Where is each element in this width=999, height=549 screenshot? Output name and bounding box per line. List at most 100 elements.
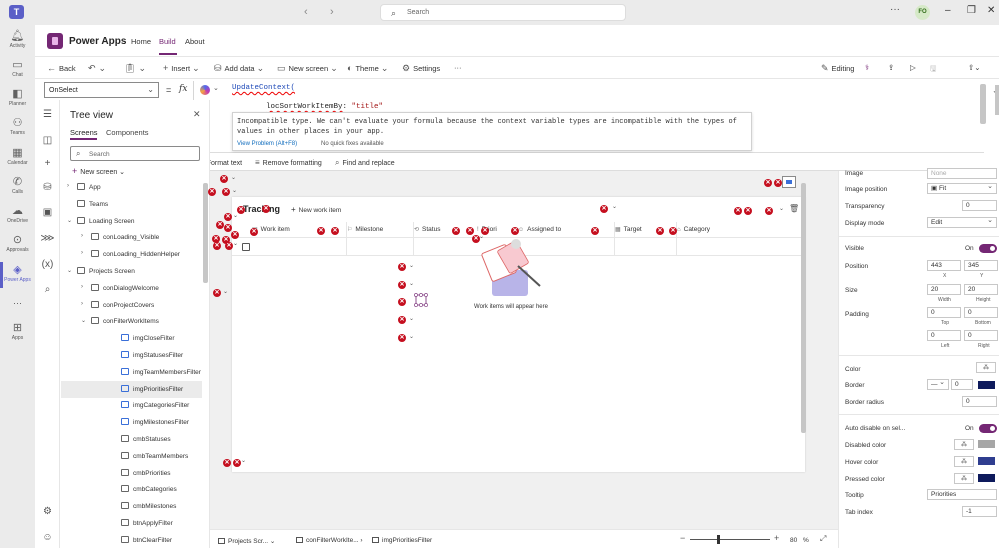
save-icon[interactable]: 🖫︎	[930, 63, 936, 76]
chevron-down-icon[interactable]: ⌄	[779, 205, 784, 212]
tree-item[interactable]: cmbTeamMembers	[61, 448, 202, 465]
settings-button[interactable]: ⚙ Settings	[402, 63, 440, 74]
tab-home[interactable]: Home	[131, 37, 151, 46]
formula-line-2[interactable]: locSortWorkItemBy: "title"	[266, 103, 383, 111]
tab-about[interactable]: About	[185, 37, 205, 46]
data-icon[interactable]: ⛁	[35, 182, 60, 193]
tree-item[interactable]: ⌄ conFilterWorkItems	[61, 313, 202, 330]
error-icon[interactable]: ✕	[398, 316, 406, 324]
tree-item[interactable]: cmbCategories	[61, 481, 202, 498]
fullscreen-icon[interactable]: ⤢	[820, 534, 826, 544]
formula-line-1[interactable]: UpdateContext(	[232, 84, 295, 92]
hover-color-picker[interactable]: ⁂	[954, 456, 974, 467]
chevron-down-icon[interactable]: ⌄	[409, 280, 414, 287]
teams-search-input[interactable]: ⌕ Search	[380, 4, 626, 21]
position-x-input[interactable]: 443	[927, 260, 961, 271]
tree-item[interactable]: ⌄ Projects Screen	[61, 263, 202, 280]
error-icon[interactable]: ✕	[591, 227, 599, 235]
tree-item[interactable]: imgCloseFilter	[61, 330, 202, 347]
insert-plus-icon[interactable]: +	[35, 158, 60, 169]
chevron-down-icon[interactable]: ⌄	[223, 288, 228, 295]
error-icon[interactable]: ✕	[398, 281, 406, 289]
pressed-color-picker[interactable]: ⁂	[954, 473, 974, 484]
chevron-right-icon[interactable]: ›	[81, 284, 83, 290]
image-control-icon[interactable]	[782, 176, 796, 188]
padding-left-input[interactable]: 0	[927, 330, 961, 341]
paste-button[interactable]: 📋︎ ⌄	[124, 63, 149, 74]
power-automate-icon[interactable]: ⋙	[35, 233, 60, 244]
search-icon[interactable]: ⌕	[35, 284, 60, 295]
error-icon[interactable]: ✕	[223, 459, 231, 467]
error-icon[interactable]: ✕	[765, 207, 773, 215]
error-icon[interactable]: ✕	[331, 227, 339, 235]
error-icon[interactable]: ✕	[231, 231, 239, 239]
padding-right-input[interactable]: 0	[964, 330, 998, 341]
minimize-button[interactable]: –	[945, 5, 951, 16]
error-icon[interactable]: ✕	[744, 207, 752, 215]
maximize-button[interactable]: ❐	[967, 5, 976, 16]
error-icon[interactable]: ✕	[222, 188, 230, 196]
tree-search-input[interactable]: ⌕ Search	[70, 146, 200, 161]
chevron-left-icon[interactable]: ‹	[304, 6, 308, 18]
error-icon[interactable]: ✕	[233, 459, 241, 467]
new-screen-button[interactable]: ▭ New screen ⌄	[277, 63, 341, 74]
tree-item[interactable]: imgTeamMembersFilter	[61, 364, 202, 381]
media-icon[interactable]: ▣	[35, 207, 60, 218]
avatar[interactable]: FO	[915, 5, 930, 20]
error-icon[interactable]: ✕	[213, 242, 221, 250]
chevron-down-icon[interactable]: ⌄	[213, 84, 219, 92]
find-replace-button[interactable]: ⌕ Find and replace	[335, 158, 395, 168]
chevron-down-icon[interactable]: ⌄	[409, 315, 414, 322]
column-assigned-to[interactable]: ☺ Assigned to	[518, 226, 561, 233]
tree-item[interactable]: imgStatusesFilter	[61, 347, 202, 364]
copilot-icon[interactable]	[200, 85, 210, 95]
error-icon[interactable]: ✕	[466, 227, 474, 235]
new-screen-button[interactable]: + New screen ⌄	[72, 166, 125, 176]
tab-components[interactable]: Components	[106, 128, 149, 137]
select-all-checkbox[interactable]	[242, 243, 250, 251]
border-radius-input[interactable]: 0	[962, 396, 997, 407]
border-style-dropdown[interactable]: —	[927, 379, 949, 390]
rail-item-onedrive[interactable]: ☁ OneDrive	[0, 205, 35, 224]
preview-play-icon[interactable]: ▷	[910, 63, 916, 72]
chevron-down-icon[interactable]: ⌄	[231, 174, 236, 181]
disabled-color-swatch[interactable]	[978, 440, 995, 448]
trash-icon[interactable]: 🗑︎	[789, 204, 799, 213]
zoom-slider[interactable]	[690, 539, 770, 540]
tooltip-input[interactable]: Priorities	[927, 489, 997, 500]
tree-item[interactable]: › conDialogWelcome	[61, 280, 202, 297]
canvas-scrollbar[interactable]	[801, 183, 806, 433]
chevron-down-icon[interactable]: ⌄	[67, 217, 72, 224]
close-icon[interactable]: ✕	[193, 109, 201, 120]
error-icon[interactable]: ✕	[225, 242, 233, 250]
column-category[interactable]: ⌂ Category	[677, 226, 710, 233]
tree-item[interactable]: btnClearFilter	[61, 532, 202, 549]
chevron-down-icon[interactable]: ⌄	[479, 233, 484, 240]
display-mode-dropdown[interactable]: Edit	[927, 217, 997, 228]
error-icon[interactable]: ✕	[452, 227, 460, 235]
tab-index-input[interactable]: -1	[962, 506, 997, 517]
tree-item[interactable]: imgCategoriesFilter	[61, 397, 202, 414]
column-milestone[interactable]: ⚐ Milestone	[347, 226, 383, 233]
close-window-button[interactable]: ✕	[987, 5, 995, 16]
rail-more-button[interactable]: ···	[0, 298, 35, 308]
visible-toggle[interactable]	[979, 244, 997, 253]
error-icon[interactable]: ✕	[216, 221, 224, 229]
rail-item-power-apps[interactable]: ◈ Power Apps	[0, 264, 35, 283]
chevron-down-icon[interactable]: ⌄	[409, 333, 414, 340]
chevron-down-icon[interactable]: ⌄	[232, 187, 237, 194]
tree-item[interactable]: imgPrioritiesFilter	[61, 380, 202, 398]
height-input[interactable]: 20	[964, 284, 998, 295]
chevron-down-icon[interactable]: ⌄	[81, 317, 86, 324]
error-icon[interactable]: ✕	[224, 224, 232, 232]
app-checker-icon[interactable]: ⚕	[865, 63, 869, 72]
disabled-color-picker[interactable]: ⁂	[954, 439, 974, 450]
tab-build[interactable]: Build	[159, 37, 176, 46]
image-position-dropdown[interactable]: ▣ Fit	[927, 183, 997, 194]
chevron-down-icon[interactable]: ⌄	[612, 203, 617, 210]
error-icon[interactable]: ✕	[317, 227, 325, 235]
border-color-swatch[interactable]	[978, 381, 995, 389]
chevron-down-icon[interactable]: ⌄	[233, 212, 238, 219]
chevron-down-icon[interactable]: ⌄	[67, 267, 72, 274]
new-work-item-button[interactable]: + New work item	[291, 205, 341, 214]
